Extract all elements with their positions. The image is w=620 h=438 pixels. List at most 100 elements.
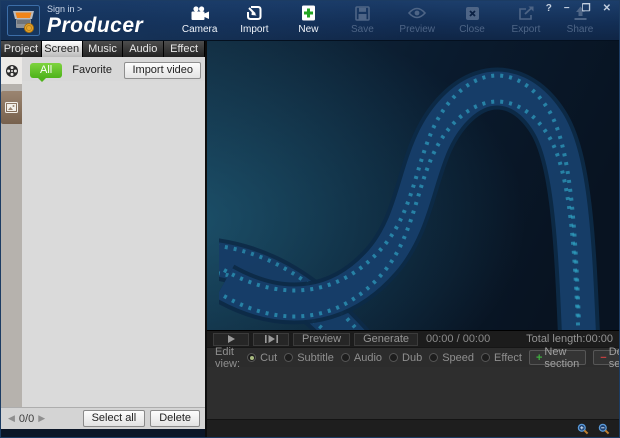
radio-speed[interactable]: Speed	[429, 352, 474, 364]
sign-in-link[interactable]: Sign in >	[47, 5, 143, 14]
share-label: Share	[567, 24, 594, 35]
close-box-icon	[465, 4, 480, 22]
filter-all-tag[interactable]: All	[30, 63, 62, 78]
import-button[interactable]: Import	[237, 4, 271, 35]
film-reel-icon	[5, 64, 19, 78]
help-button[interactable]: ?	[546, 3, 552, 15]
radio-speed-label: Speed	[442, 352, 474, 364]
app-title: Producer	[47, 15, 143, 36]
tab-project[interactable]: Project	[1, 41, 42, 57]
tab-effect[interactable]: Effect	[164, 41, 205, 57]
prev-page-arrow-icon[interactable]: ◀	[6, 413, 17, 424]
radio-audio[interactable]: Audio	[341, 352, 382, 364]
radio-effect-icon	[481, 353, 490, 362]
favorite-filter[interactable]: Favorite	[72, 64, 112, 76]
radio-dub[interactable]: Dub	[389, 352, 422, 364]
camera-button[interactable]: Camera	[182, 4, 218, 35]
import-icon	[246, 4, 262, 22]
tab-audio[interactable]: Audio	[123, 41, 164, 57]
save-button[interactable]: Save	[345, 4, 379, 35]
radio-effect-label: Effect	[494, 352, 522, 364]
save-icon	[355, 4, 370, 22]
panel-footer	[1, 429, 205, 437]
import-video-button[interactable]: Import video	[124, 62, 201, 79]
picture-icon	[5, 102, 18, 113]
tab-screen[interactable]: Screen	[42, 41, 83, 57]
radio-cut-label: Cut	[260, 352, 277, 364]
timeline-zoom-bar	[207, 419, 619, 437]
step-frame-icon	[264, 335, 279, 343]
step-frame-button[interactable]	[253, 333, 289, 346]
media-list	[22, 81, 205, 407]
export-button[interactable]: Export	[509, 4, 543, 35]
library-body: All Favorite Import video	[1, 57, 205, 407]
edit-view-label: Edit view:	[215, 346, 240, 370]
edit-view-bar: Edit view: Cut Subtitle Audio Dub	[207, 347, 619, 367]
media-type-strip	[1, 57, 22, 407]
radio-audio-icon	[341, 353, 350, 362]
minus-icon: −	[600, 352, 606, 364]
zoom-out-icon	[598, 423, 610, 435]
app-logo-icon	[7, 5, 40, 36]
radio-subtitle-label: Subtitle	[297, 352, 334, 364]
radio-effect[interactable]: Effect	[481, 352, 522, 364]
radio-cut-icon	[247, 353, 256, 362]
total-length-display: Total length:00:00	[526, 333, 613, 345]
maximize-button[interactable]: ❐	[582, 3, 591, 15]
playback-bar: Preview Generate 00:00 / 00:00 Total len…	[207, 330, 619, 347]
preview-button-toolbar[interactable]: Preview	[399, 4, 435, 35]
radio-audio-label: Audio	[354, 352, 382, 364]
camera-label: Camera	[182, 24, 218, 35]
zoom-in-icon	[577, 423, 589, 435]
preview-label: Preview	[399, 24, 435, 35]
radio-dub-label: Dub	[402, 352, 422, 364]
preview-eye-icon	[408, 4, 426, 22]
radio-cut[interactable]: Cut	[247, 352, 277, 364]
del-section-button[interactable]: − Del section	[593, 350, 620, 365]
new-button[interactable]: New	[291, 4, 325, 35]
save-label: Save	[351, 24, 374, 35]
library-content: All Favorite Import video	[22, 57, 205, 407]
import-label: Import	[240, 24, 268, 35]
generate-button[interactable]: Generate	[354, 333, 418, 346]
new-icon	[301, 4, 316, 22]
title-bar: Sign in > Producer Camera Import New	[1, 1, 619, 41]
camera-icon	[190, 4, 210, 22]
zoom-in-button[interactable]	[577, 423, 589, 435]
main-toolbar: Camera Import New Save	[182, 4, 597, 37]
video-preview-area	[207, 41, 619, 330]
next-page-arrow-icon[interactable]: ▶	[36, 413, 47, 424]
close-label: Close	[459, 24, 485, 35]
filmstrip-graphic	[219, 45, 619, 330]
zoom-out-button[interactable]	[598, 423, 610, 435]
timeline-area	[207, 367, 619, 419]
play-button[interactable]	[213, 333, 249, 346]
del-section-label: Del section	[609, 346, 620, 370]
select-all-button[interactable]: Select all	[83, 410, 146, 427]
close-window-button[interactable]: ✕	[603, 3, 611, 15]
library-tabs: Project Screen Music Audio Effect	[1, 41, 205, 57]
radio-speed-icon	[429, 353, 438, 362]
new-label: New	[298, 24, 318, 35]
library-header: All Favorite Import video	[22, 57, 205, 81]
preview-play-button[interactable]: Preview	[293, 333, 350, 346]
library-bottom-bar: ◀ 0/0 ▶ Select all Delete	[1, 407, 205, 429]
new-section-label: New section	[544, 346, 579, 370]
app-window: Sign in > Producer Camera Import New	[0, 0, 620, 438]
image-media-tab[interactable]	[1, 91, 22, 124]
video-media-tab[interactable]	[1, 57, 22, 84]
new-section-button[interactable]: + New section	[529, 350, 586, 365]
close-project-button[interactable]: Close	[455, 4, 489, 35]
export-label: Export	[512, 24, 541, 35]
tab-music[interactable]: Music	[83, 41, 124, 57]
library-panel: Project Screen Music Audio Effect	[1, 41, 207, 437]
export-icon	[518, 4, 535, 22]
radio-subtitle-icon	[284, 353, 293, 362]
delete-button[interactable]: Delete	[150, 410, 200, 427]
time-display: 00:00 / 00:00	[426, 333, 490, 345]
minimize-button[interactable]: −	[564, 3, 570, 15]
page-counter: 0/0	[19, 413, 34, 425]
radio-subtitle[interactable]: Subtitle	[284, 352, 334, 364]
editor-column: Preview Generate 00:00 / 00:00 Total len…	[207, 41, 619, 437]
plus-icon: +	[536, 352, 542, 364]
